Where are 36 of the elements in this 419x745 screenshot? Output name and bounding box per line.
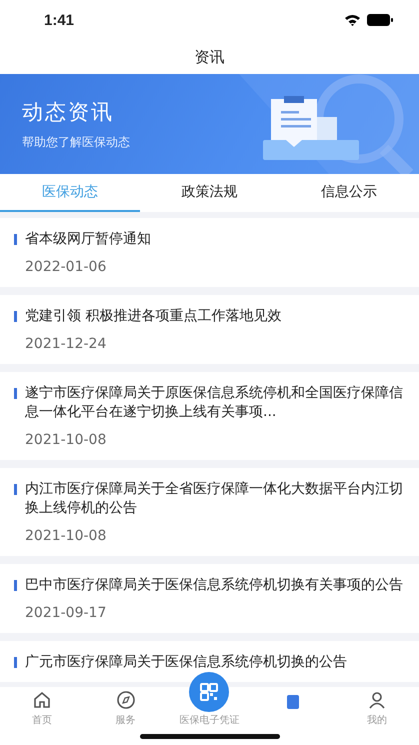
- news-title: 内江市医疗保障局关于全省医疗保障一体化大数据平台内江切换上线停机的公告: [25, 480, 403, 518]
- news-card[interactable]: 党建引领 积极推进各项重点工作落地见效 2021-12-24: [0, 295, 419, 364]
- accent-bar: [14, 388, 17, 399]
- accent-bar: [14, 657, 17, 668]
- news-card[interactable]: 省本级网厅暂停通知 2022-01-06: [0, 218, 419, 287]
- accent-bar: [14, 580, 17, 591]
- news-card[interactable]: 内江市医疗保障局关于全省医疗保障一体化大数据平台内江切换上线停机的公告 2021-10-08: [0, 468, 419, 556]
- news-card[interactable]: 巴中市医疗保障局关于医保信息系统停机切换有关事项的公告 2021-09-17: [0, 564, 419, 633]
- news-date: 2021-09-17: [24, 604, 108, 623]
- category-tab[interactable]: 信息公示: [279, 174, 419, 212]
- accent-bar: [14, 234, 17, 245]
- banner-subtitle: 帮助您了解医保动态: [22, 134, 130, 150]
- qr-code-icon: [199, 682, 220, 702]
- news-date: 2021-10-08: [24, 431, 108, 450]
- home-icon: [32, 690, 52, 710]
- news-title: 广元市医疗保障局关于医保信息系统停机切换的公告: [25, 653, 347, 672]
- news-title: 遂宁市医疗保障局关于原医保信息系统停机和全国医疗保障信息一体化平台在遂宁切换上线有关事项...: [25, 384, 403, 422]
- accent-bar: [14, 311, 17, 322]
- battery-icon: [367, 14, 393, 26]
- news-card[interactable]: 广元市医疗保障局关于医保信息系统停机切换的公告: [0, 641, 419, 682]
- accent-bar: [14, 484, 17, 495]
- compass-icon: [116, 690, 136, 710]
- news-date: 2021-10-08: [24, 527, 108, 546]
- status-time: 1:41: [44, 12, 74, 28]
- news-date: 2022-01-06: [24, 258, 108, 277]
- person-icon: [367, 690, 388, 710]
- wifi-icon: [344, 14, 361, 26]
- news-title: 巴中市医疗保障局关于医保信息系统停机切换有关事项的公告: [25, 576, 403, 595]
- news-card[interactable]: 遂宁市医疗保障局关于原医保信息系统停机和全国医疗保障信息一体化平台在遂宁切换上线有关事项... 2021-10-08: [0, 372, 419, 460]
- news-title: 党建引领 积极推进各项重点工作落地见效: [25, 307, 282, 326]
- news-title: 省本级网厅暂停通知: [25, 230, 151, 249]
- category-tab[interactable]: 政策法规: [140, 174, 280, 212]
- news-date: 2021-12-24: [24, 335, 108, 354]
- qr-code-button[interactable]: [189, 672, 230, 712]
- banner-title: 动态资讯: [22, 98, 115, 126]
- page-title: 资讯: [194, 48, 224, 66]
